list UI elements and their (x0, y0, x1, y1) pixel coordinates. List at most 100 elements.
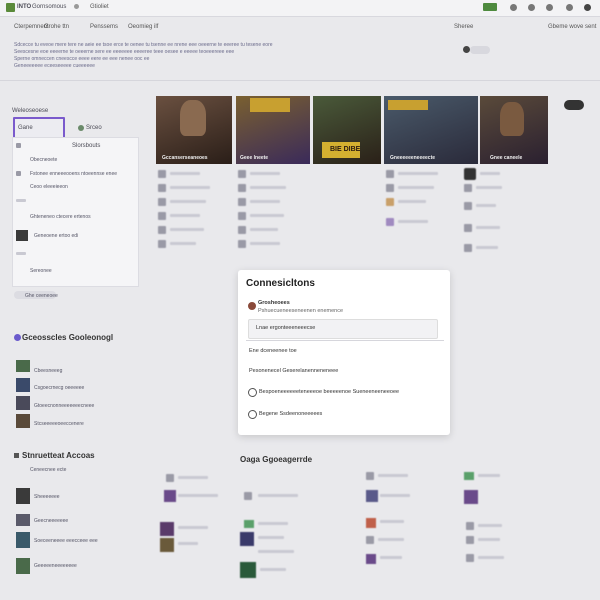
featured-card-0-art (180, 100, 206, 136)
featured-card-0-caption: Gccanserseaneoes (162, 155, 208, 161)
list-line (476, 246, 498, 249)
description-line-3: Geneeeeeee eceeseeeee cueeeeee (14, 63, 95, 69)
avatar[interactable] (584, 4, 591, 11)
list-icon (238, 198, 246, 206)
modal-line-1[interactable]: Ene dceneenee toe (249, 348, 297, 354)
description-line-2: Sperne omneccen cneescce eeee eere ee ee… (14, 56, 150, 62)
modal-app-sub: Pshuecueneeseneenen enemence (258, 308, 344, 314)
list-line (378, 474, 408, 477)
list-icon (464, 184, 472, 192)
left-item-1[interactable]: Csgoecrnecg oeeeeee (34, 385, 84, 391)
list-line (250, 200, 280, 203)
sidebar-row-0[interactable]: Obecneoete (30, 157, 57, 163)
search-icon[interactable] (74, 4, 79, 9)
nav-link-2[interactable]: Grohe ttn (44, 24, 69, 30)
list-icon (464, 472, 474, 480)
list-icon (464, 490, 478, 504)
list-icon (244, 492, 252, 500)
app-name: INTO (17, 4, 32, 10)
bottom-thumb-2 (16, 532, 30, 548)
modal-input-value: Lnae ergonteeeneeecse (256, 325, 316, 331)
list-icon (366, 554, 376, 564)
list-icon (238, 170, 246, 178)
featured-card-2-banner-text: BIE DIBE (330, 146, 361, 153)
sidebar-footer-label: Ghe ceeneoee (25, 293, 58, 299)
alt-filter-label[interactable]: Srceo (86, 125, 102, 131)
notification-icon[interactable] (546, 4, 553, 11)
list-line (258, 550, 294, 553)
list-icon (166, 474, 174, 482)
list-line (178, 542, 198, 545)
app-icon (248, 302, 256, 310)
controller-icon[interactable] (564, 100, 584, 110)
left-item-3[interactable]: Stcseeeeeoeeccenere (34, 421, 84, 427)
left-item-thumb-2 (16, 396, 30, 410)
left-item-thumb-0 (16, 360, 30, 372)
list-line (478, 474, 500, 477)
settings-icon[interactable] (566, 4, 573, 11)
description-line-1: Seescesne eoe eeeerne te oeeerne sere ee… (14, 49, 235, 55)
bottom-col-0 (160, 470, 240, 590)
modal-line-2[interactable]: Pesonenecel Geserelanenneneneee (249, 368, 338, 374)
section-icon (14, 334, 21, 341)
sidebar-row-7[interactable]: Sereonee (30, 268, 52, 274)
sidebar-row-icon (16, 171, 21, 176)
nav-link-0[interactable]: Gtioliet (90, 4, 109, 10)
list-line (398, 186, 434, 189)
list-icon (158, 226, 166, 234)
list-icon (466, 536, 474, 544)
list-line (170, 228, 204, 231)
bottom-item-1[interactable]: Geecneeeeeee (34, 518, 68, 524)
card-list-4 (464, 168, 544, 264)
list-line (476, 204, 496, 207)
list-line (398, 220, 428, 223)
nav-right-label[interactable]: Sheree (454, 24, 473, 30)
left-item-0[interactable]: Cbeesneeeg (34, 368, 62, 374)
chat-icon[interactable] (510, 4, 517, 11)
sidebar-row-2[interactable]: Ceoo eleeeieeon (30, 184, 68, 190)
list-icon (158, 198, 166, 206)
list-icon (464, 202, 472, 210)
list-line (250, 172, 280, 175)
section-left-header: Gceosscles Gooleonogl (22, 333, 114, 342)
featured-card-1-logo (250, 98, 290, 112)
partner-pill[interactable] (470, 46, 490, 54)
list-icon (160, 538, 174, 552)
list-line (250, 228, 278, 231)
nav-link-4[interactable]: Oeomieg ilf (128, 24, 158, 30)
list-line (178, 476, 208, 479)
sidebar-row-placeholder (16, 199, 26, 202)
list-icon (158, 170, 166, 178)
featured-card-4-art (500, 102, 524, 136)
alt-filter-icon[interactable] (78, 125, 84, 131)
list-line (398, 172, 438, 175)
friends-icon[interactable] (528, 4, 535, 11)
sidebar-row-4[interactable]: Ghteneneo ctecere ertenos (30, 214, 91, 220)
list-line (170, 186, 210, 189)
app-logo-icon[interactable] (6, 3, 15, 12)
bottom-item-2[interactable]: Soeceeneeee eeecceee eee (34, 538, 98, 544)
modal-line-4[interactable]: Begene Ssdeenoneeeees (259, 411, 322, 417)
modal-divider (246, 340, 444, 341)
nav-link-3[interactable]: Penssems (90, 24, 118, 30)
list-line (258, 522, 288, 525)
bottom-item-3[interactable]: Geeeeeneeeeeeee (34, 563, 77, 569)
section-bottom-left-sub: Ceneecnee ecte (30, 467, 67, 473)
bottom-item-0[interactable]: Sheeeeeee (34, 494, 60, 500)
bottom-thumb-3 (16, 558, 30, 574)
list-line (478, 524, 502, 527)
sidebar-row-1[interactable]: Fstonee enneeeooens ntoeennse enee (30, 171, 117, 177)
left-item-2[interactable]: Gtoeecnonneeeeeeecneee (34, 403, 94, 409)
list-line (258, 494, 298, 497)
list-line (250, 186, 286, 189)
featured-card-4-caption: Gnee caneele (490, 155, 523, 161)
list-icon (464, 244, 472, 252)
nav-far-right[interactable]: Gbeme wove sent (548, 24, 596, 30)
list-icon (238, 212, 246, 220)
xbox-badge-icon[interactable] (483, 3, 497, 11)
modal-line-3[interactable]: Bespoeneeeeeeteneeeoe beeeeenoe Sueneene… (259, 389, 399, 395)
sidebar-row-5[interactable]: Geneoene ertoo edi (34, 233, 78, 239)
list-icon (466, 554, 474, 562)
app-title-suffix: Gornsomous (32, 4, 67, 10)
list-icon (244, 520, 254, 528)
